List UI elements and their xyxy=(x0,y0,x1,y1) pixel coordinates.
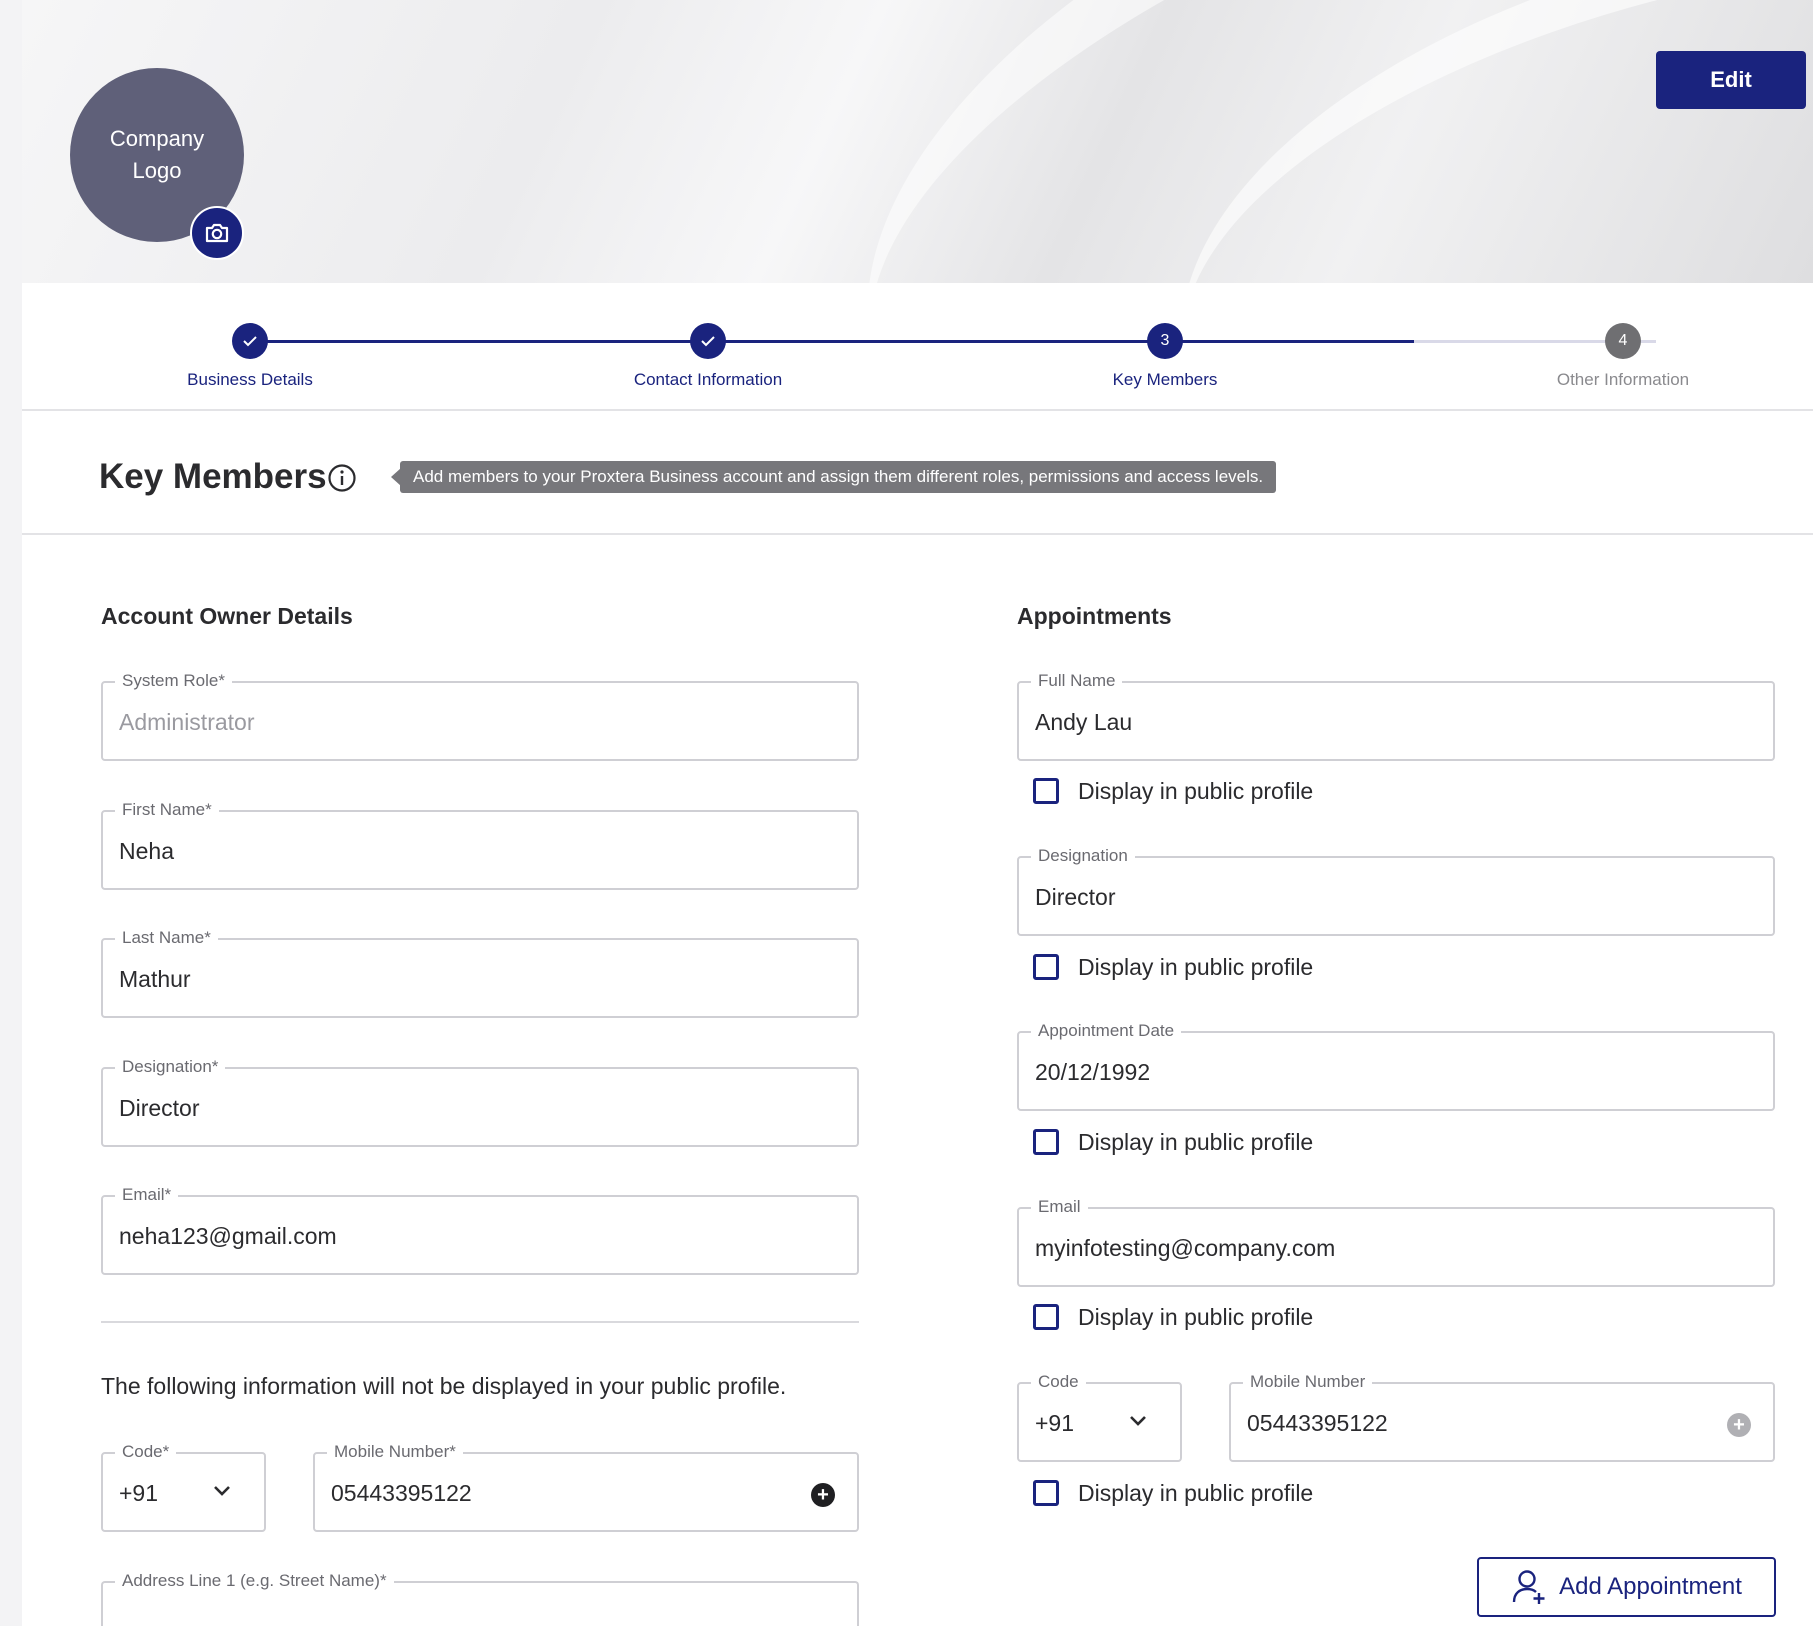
progress-stepper: Business Details Contact Information 3 K… xyxy=(22,283,1813,411)
add-number-icon[interactable]: + xyxy=(1727,1413,1751,1437)
full-name-field[interactable]: Full Name xyxy=(1017,671,1775,761)
step-business-details[interactable]: Business Details xyxy=(130,323,370,390)
first-name-field[interactable]: First Name* xyxy=(101,800,859,890)
checkbox-label: Display in public profile xyxy=(1078,953,1314,980)
edit-button[interactable]: Edit xyxy=(1656,51,1806,109)
step-done-marker xyxy=(690,323,726,359)
system-role-input xyxy=(119,709,803,736)
field-label: Designation* xyxy=(115,1057,226,1077)
appointment-designation-input[interactable] xyxy=(1035,884,1719,911)
private-info-note: The following information will not be di… xyxy=(101,1373,787,1399)
step-label: Business Details xyxy=(187,370,313,389)
last-name-input[interactable] xyxy=(119,966,803,993)
checkbox-label: Display in public profile xyxy=(1078,1128,1314,1155)
camera-icon xyxy=(205,223,229,243)
display-public-checkbox[interactable] xyxy=(1033,1304,1059,1330)
code-value: +91 xyxy=(1035,1410,1075,1436)
section-header: Key Members Add members to your Proxtera… xyxy=(22,411,1813,535)
display-public-checkbox[interactable] xyxy=(1033,954,1059,980)
checkbox-label: Display in public profile xyxy=(1078,1303,1314,1330)
field-label: Mobile Number xyxy=(1243,1372,1373,1392)
appointment-email-field[interactable]: Email xyxy=(1017,1197,1775,1287)
field-label: Address Line 1 (e.g. Street Name)* xyxy=(115,1571,394,1591)
display-public-checkbox-row[interactable]: Display in public profile xyxy=(1033,776,1313,806)
page: Company Logo Edit Business Details Conta… xyxy=(22,0,1813,1626)
field-label: Email xyxy=(1031,1197,1088,1217)
page-title: Key Members xyxy=(99,457,327,496)
step-number-marker: 3 xyxy=(1147,323,1183,359)
owner-email-input[interactable] xyxy=(119,1223,803,1250)
appointment-mobile-field[interactable]: Mobile Number + xyxy=(1229,1372,1775,1462)
field-label: Code xyxy=(1031,1372,1086,1392)
appointment-email-input[interactable] xyxy=(1035,1235,1719,1262)
profile-banner: Company Logo Edit xyxy=(22,0,1813,283)
display-public-checkbox[interactable] xyxy=(1033,1129,1059,1155)
divider xyxy=(101,1321,859,1323)
checkbox-label: Display in public profile xyxy=(1078,1479,1314,1506)
chevron-down-icon xyxy=(214,1486,230,1496)
display-public-checkbox[interactable] xyxy=(1033,1480,1059,1506)
add-appointment-label: Add Appointment xyxy=(1559,1573,1742,1600)
company-logo-text: Company Logo xyxy=(109,126,205,183)
appointment-code-select[interactable]: Code +91 xyxy=(1017,1372,1182,1462)
info-icon[interactable] xyxy=(327,463,357,493)
chevron-down-icon xyxy=(1130,1416,1146,1426)
display-public-checkbox-row[interactable]: Display in public profile xyxy=(1033,952,1313,982)
add-number-icon[interactable]: + xyxy=(811,1483,835,1507)
appointment-date-field[interactable]: Appointment Date xyxy=(1017,1021,1775,1111)
step-done-marker xyxy=(232,323,268,359)
step-number-marker: 4 xyxy=(1605,323,1641,359)
field-label: First Name* xyxy=(115,800,219,820)
field-label: Email* xyxy=(115,1185,179,1205)
step-key-members[interactable]: 3 Key Members xyxy=(1045,323,1285,390)
field-label: Code* xyxy=(115,1442,177,1462)
field-label: Appointment Date xyxy=(1031,1021,1182,1041)
add-user-icon xyxy=(1512,1570,1545,1604)
owner-email-field[interactable]: Email* xyxy=(101,1185,859,1275)
step-label: Other Information xyxy=(1556,370,1690,389)
check-icon xyxy=(243,336,257,347)
checkbox-label: Display in public profile xyxy=(1078,777,1314,804)
check-icon xyxy=(701,336,715,347)
owner-designation-input[interactable] xyxy=(119,1095,803,1122)
owner-code-select[interactable]: Code* +91 xyxy=(101,1442,266,1532)
field-label: Designation xyxy=(1031,846,1135,866)
appointment-mobile-input[interactable] xyxy=(1247,1410,1719,1437)
display-public-checkbox-row[interactable]: Display in public profile xyxy=(1033,1478,1313,1508)
code-value: +91 xyxy=(119,1480,159,1506)
step-label: Key Members xyxy=(1112,370,1218,389)
appointment-designation-field[interactable]: Designation xyxy=(1017,846,1775,936)
display-public-checkbox-row[interactable]: Display in public profile xyxy=(1033,1302,1313,1332)
upload-logo-button[interactable] xyxy=(190,206,244,260)
info-tooltip: Add members to your Proxtera Business ac… xyxy=(390,461,1277,493)
add-appointment-button[interactable]: Add Appointment xyxy=(1477,1557,1776,1617)
display-public-checkbox-row[interactable]: Display in public profile xyxy=(1033,1127,1313,1157)
system-role-field: System Role* xyxy=(101,671,859,761)
field-label: Full Name xyxy=(1031,671,1123,691)
first-name-input[interactable] xyxy=(119,838,803,865)
owner-designation-field[interactable]: Designation* xyxy=(101,1057,859,1147)
field-label: Mobile Number* xyxy=(327,1442,463,1462)
field-label: System Role* xyxy=(115,671,232,691)
field-label: Last Name* xyxy=(115,928,218,948)
step-label: Contact Information xyxy=(633,370,783,389)
appointment-date-input[interactable] xyxy=(1035,1059,1719,1086)
owner-section-title: Account Owner Details xyxy=(101,603,353,629)
owner-mobile-input[interactable] xyxy=(331,1480,803,1507)
address-line1-field[interactable]: Address Line 1 (e.g. Street Name)* xyxy=(101,1571,859,1626)
last-name-field[interactable]: Last Name* xyxy=(101,928,859,1018)
appointments-section-title: Appointments xyxy=(1017,603,1172,629)
display-public-checkbox[interactable] xyxy=(1033,778,1059,804)
step-other-information[interactable]: 4 Other Information xyxy=(1503,323,1743,390)
step-contact-information[interactable]: Contact Information xyxy=(588,323,828,390)
owner-mobile-field[interactable]: Mobile Number* + xyxy=(313,1442,859,1532)
full-name-input[interactable] xyxy=(1035,709,1719,736)
